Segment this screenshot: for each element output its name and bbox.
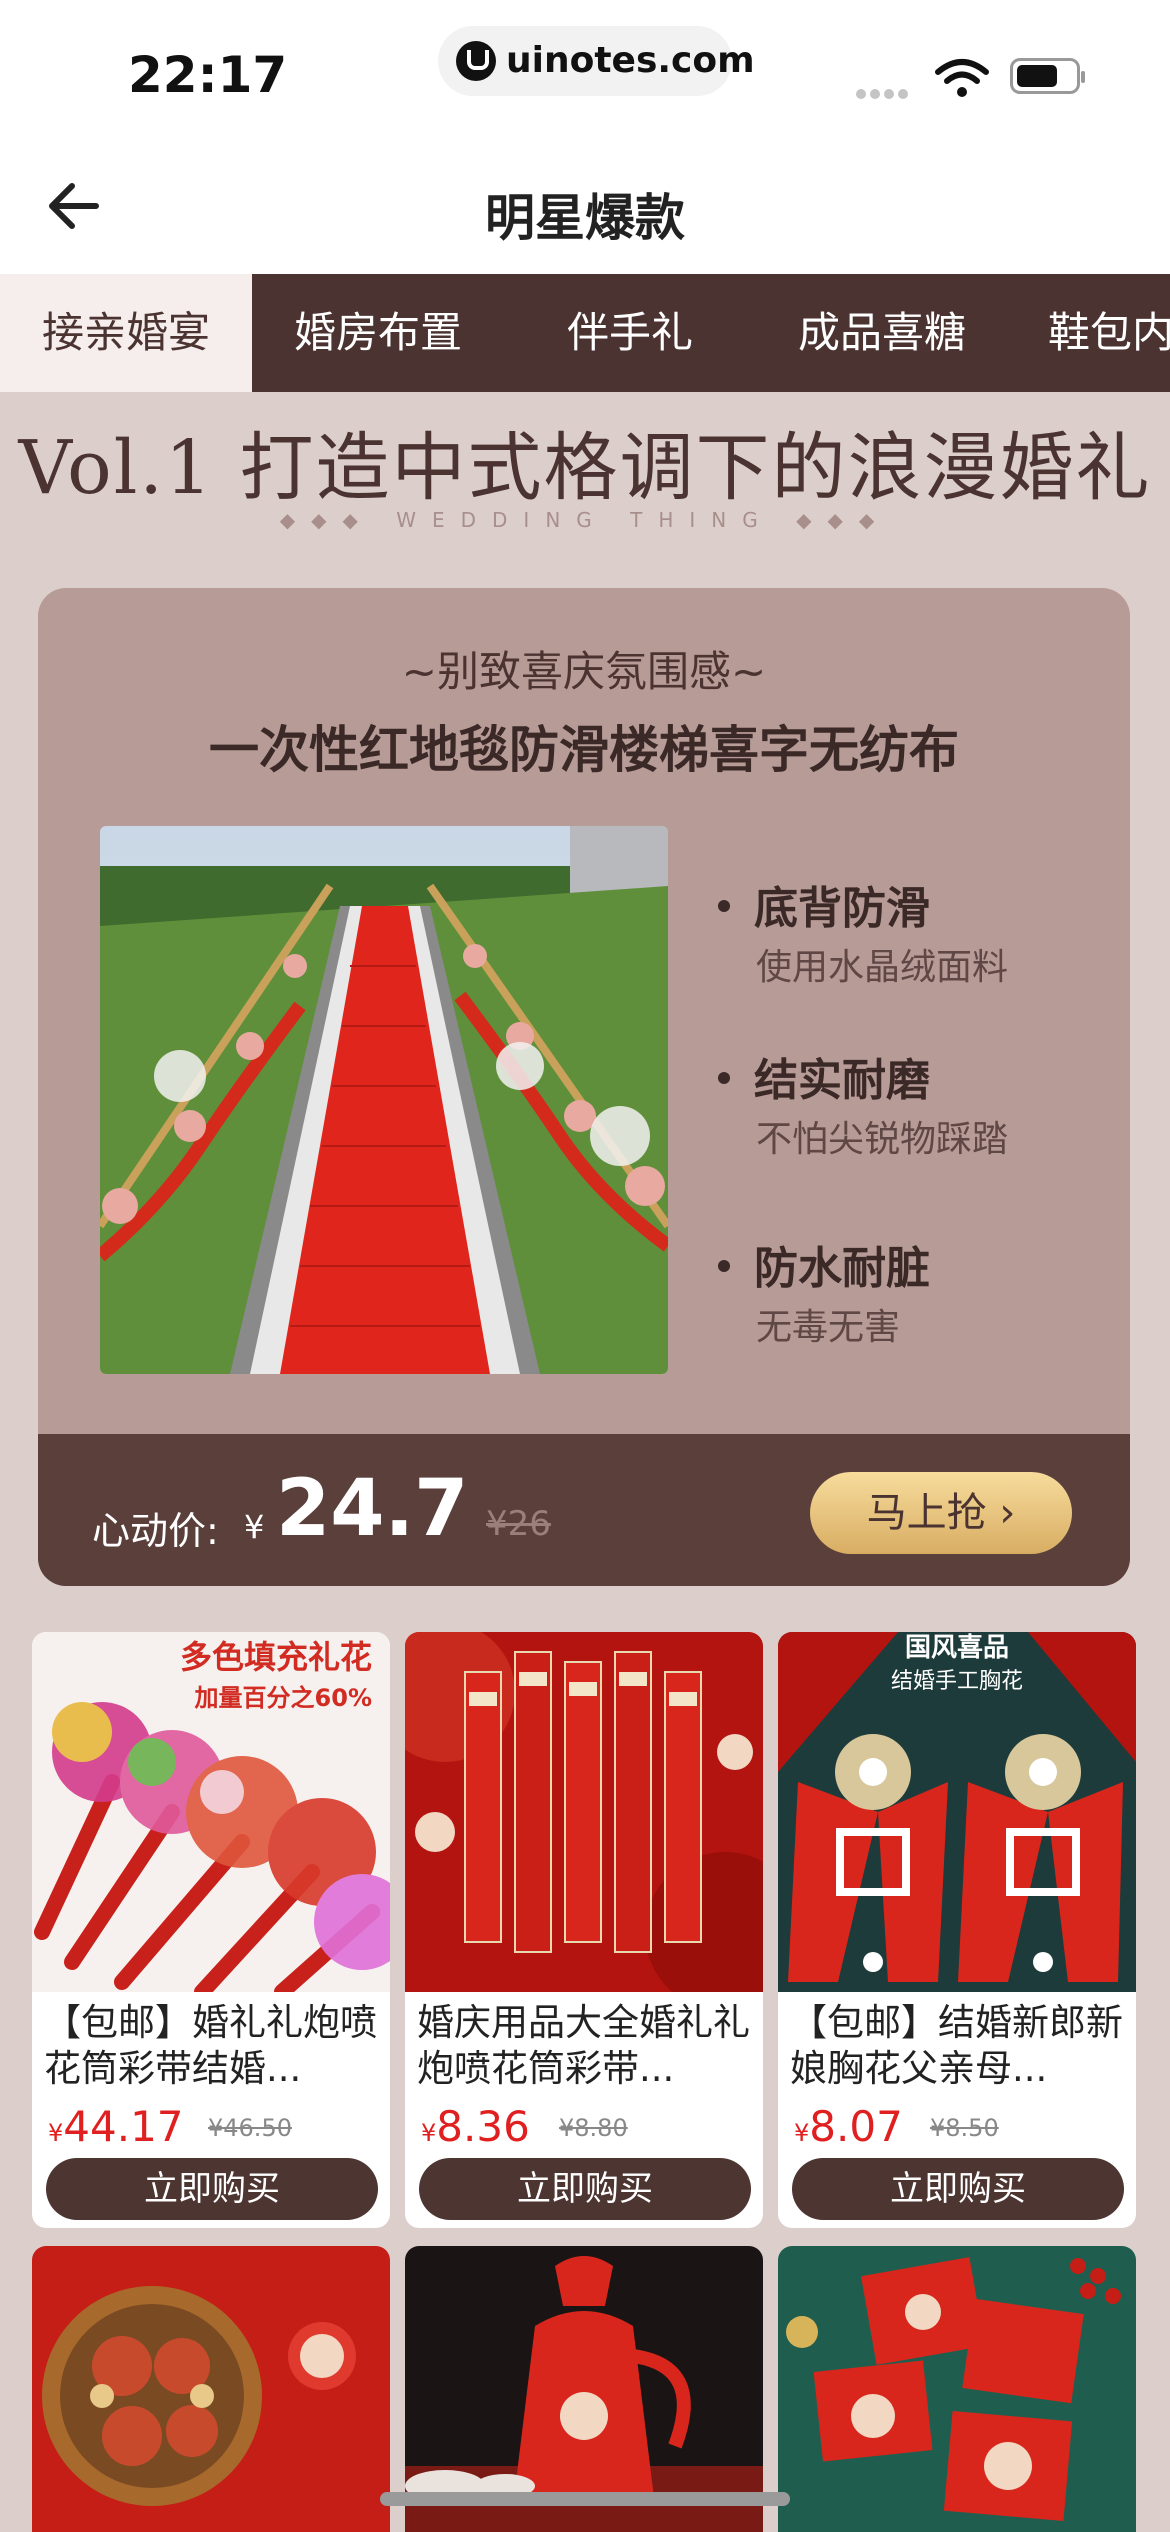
feature-desc: 使用水晶绒面料 [756,947,1009,988]
category-tabs: 接亲婚宴 婚房布置 伴手礼 成品喜糖 鞋包内 [0,274,1170,392]
product-image-subtitle: 结婚手工胸花 [891,1669,1023,1694]
product-card[interactable] [32,2246,390,2532]
product-price: ¥44.17 [48,2102,184,2151]
card-tag: ~别致喜庆氛围感~ [401,647,767,696]
product-price: ¥8.07 [794,2102,903,2151]
product-card[interactable] [405,2246,763,2532]
product-name: 婚庆用品大全婚礼礼炮喷花筒彩带... [417,2001,750,2090]
feature-name: 底背防滑 [754,883,930,934]
product-image-subtitle: 加量百分之60% [195,1684,372,1712]
product-card[interactable] [778,2246,1136,2532]
product-image-title: 多色填充礼花 [180,1638,372,1676]
price-label: 心动价: [92,1509,219,1553]
product-price: ¥8.36 [421,2102,530,2151]
grab-now-button[interactable]: 马上抢 › [810,1472,1072,1554]
tab-banshouli[interactable]: 伴手礼 [504,274,756,392]
feature-desc: 不怕尖锐物踩踏 [756,1119,1009,1160]
sale-price: 24.7 [276,1464,469,1554]
red-carpet-stairs-photo [100,826,668,1374]
original-price: ¥26 [486,1504,551,1544]
corsage-image: 国风喜品 结婚手工胸花 [778,1632,1136,1992]
product-card[interactable]: 多色填充礼花 加量百分之60% 【包邮】婚礼礼炮喷花筒彩带结婚... ¥44.1… [32,1632,390,2228]
signal-icon [856,84,914,99]
product-original-price: ¥46.50 [208,2114,292,2142]
buy-button[interactable]: 立即购买 [792,2158,1124,2220]
price-bar: 心动价: ¥ 24.7 ¥26 马上抢 › [38,1434,1130,1586]
hero-subtitle: ◆◆◆ WEDDING THING ◆◆◆ [279,508,891,532]
product-original-price: ¥8.80 [559,2114,628,2142]
confetti-cannon-image: 多色填充礼花 加量百分之60% [32,1632,390,1992]
feature-name: 结实耐磨 [754,1055,930,1106]
tab-xitang[interactable]: 成品喜糖 [756,274,1008,392]
url-pill[interactable]: uinotes.com [438,26,755,96]
card-title: 一次性红地毯防滑楼梯喜字无纺布 [209,721,959,779]
product-name: 【包邮】结婚新郎新娘胸花父亲母... [790,2001,1123,2090]
bullet-icon [718,1072,730,1084]
wine-pot-image [405,2246,763,2532]
url-text: uinotes.com [506,40,755,81]
product-card[interactable]: 婚庆用品大全婚礼礼炮喷花筒彩带... ¥8.36 ¥8.80 立即购买 [405,1632,763,2228]
bullet-icon [718,900,730,912]
bullet-icon [718,1260,730,1272]
feature-name: 防水耐脏 [754,1243,930,1294]
status-time: 22:17 [128,46,288,104]
tab-xiebao[interactable]: 鞋包内 [1008,274,1170,392]
home-indicator [380,2492,790,2506]
nav-bar: 明星爆款 [0,140,1170,274]
feature-desc: 无毒无害 [756,1307,901,1348]
page-title: 明星爆款 [485,189,685,247]
red-envelopes-image [778,2246,1136,2532]
buy-button[interactable]: 立即购买 [46,2158,378,2220]
tab-hunfang[interactable]: 婚房布置 [252,274,504,392]
product-card[interactable]: 国风喜品 结婚手工胸花 【包邮】结婚新郎新娘胸花父亲母... ¥8.07 ¥8.… [778,1632,1136,2228]
product-image-title: 国风喜品 [905,1633,1009,1663]
wifi-icon [935,59,989,97]
currency-symbol: ¥ [244,1508,265,1546]
featured-product-card[interactable]: ~别致喜庆氛围感~ 一次性红地毯防滑楼梯喜字无纺布 底背防滑 使用水晶绒面料 结… [38,588,1130,1586]
site-icon [456,41,496,81]
dried-fruit-tray-image [32,2246,390,2532]
wedding-cannons-image [405,1632,763,1992]
battery-icon [1010,58,1085,94]
tab-jieqin[interactable]: 接亲婚宴 [0,274,252,392]
buy-button[interactable]: 立即购买 [419,2158,751,2220]
product-original-price: ¥8.50 [930,2114,999,2142]
status-bar: 22:17 uinotes.com [0,0,1170,140]
product-name: 【包邮】婚礼礼炮喷花筒彩带结婚... [44,2001,377,2090]
hero-title: Vol.1 打造中式格调下的浪漫婚礼 [18,425,1152,511]
